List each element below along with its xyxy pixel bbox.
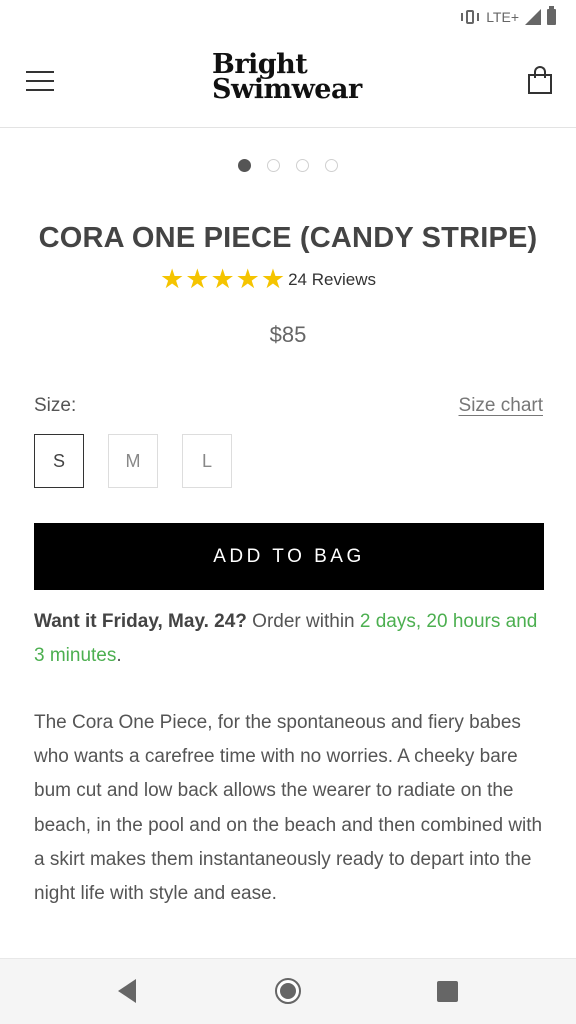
star-icon: ★	[260, 264, 286, 294]
product-price: $85	[269, 322, 307, 347]
status-icons: LTE+	[460, 6, 556, 28]
battery-icon	[547, 6, 556, 25]
star-icon: ★	[210, 264, 235, 294]
shopping-bag-icon[interactable]	[528, 66, 552, 94]
star-icon: ★	[235, 264, 260, 294]
product-description: The Cora One Piece, for the spontaneous …	[34, 712, 543, 905]
status-bar: LTE+	[0, 0, 576, 36]
size-option-s[interactable]: S	[34, 434, 84, 488]
carousel-dots	[0, 159, 576, 172]
signal-icon	[525, 9, 541, 25]
reviews-count[interactable]: 24 Reviews	[288, 270, 376, 290]
home-icon[interactable]	[275, 978, 301, 1004]
back-icon[interactable]	[118, 979, 136, 1003]
system-nav-bar	[0, 958, 576, 1024]
recent-apps-icon[interactable]	[437, 981, 458, 1002]
order-within-text: Order within	[246, 611, 360, 632]
rating-stars: ★★★★★	[160, 266, 286, 293]
size-chart-link[interactable]: Size chart	[459, 395, 543, 417]
product-title: CORA ONE PIECE (CANDY STRIPE)	[38, 222, 538, 254]
star-icon: ★	[160, 264, 185, 294]
size-option-l[interactable]: L	[182, 434, 232, 488]
brand-logo[interactable]: Bright Swimwear	[212, 51, 382, 105]
product-rating[interactable]: ★★★★★ 24 Reviews	[160, 266, 376, 293]
delivery-period: .	[116, 645, 122, 666]
size-option-m[interactable]: M	[108, 434, 158, 488]
carousel-dot[interactable]	[267, 159, 280, 172]
site-header: Bright Swimwear	[0, 36, 576, 128]
carousel-dot[interactable]	[296, 159, 309, 172]
star-icon: ★	[185, 264, 210, 294]
carousel-dot[interactable]	[325, 159, 338, 172]
network-type: LTE+	[486, 9, 519, 25]
size-label: Size:	[34, 395, 77, 416]
delivery-date: Want it Friday, May. 24?	[34, 611, 247, 632]
delivery-estimate: Want it Friday, May. 24? Order within 2 …	[34, 605, 544, 673]
vibrate-icon	[460, 9, 480, 25]
add-to-bag-button[interactable]: ADD TO BAG	[34, 523, 544, 590]
menu-icon[interactable]	[26, 71, 54, 93]
carousel-dot[interactable]	[238, 159, 251, 172]
logo-line-2: Swimwear	[212, 74, 362, 105]
size-options: SML	[34, 434, 232, 488]
